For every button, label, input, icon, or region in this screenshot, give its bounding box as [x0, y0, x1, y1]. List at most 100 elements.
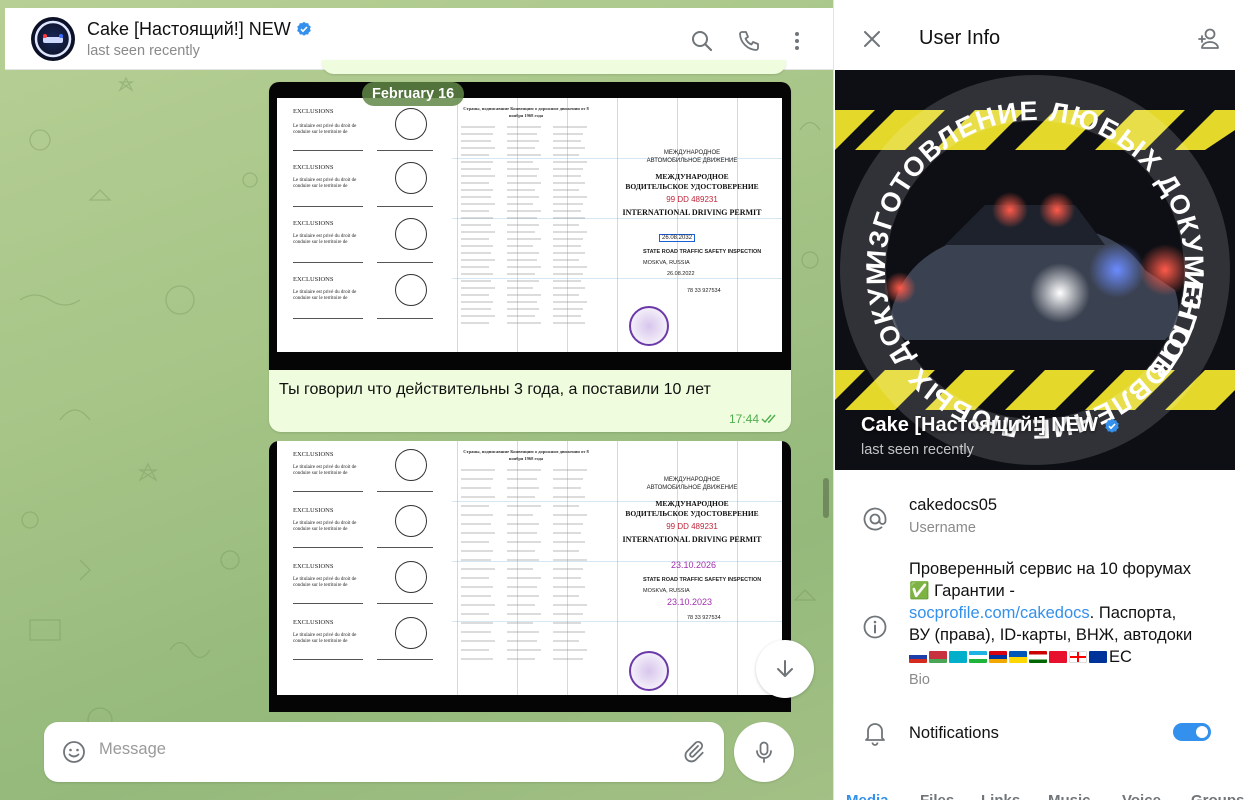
countries-header: Страны, подписавшие Конвенцию о дорожном…: [463, 106, 589, 118]
flag-kg-icon: [1049, 651, 1067, 663]
tab-groups[interactable]: Groups: [1191, 792, 1244, 800]
permit-title-ru-1: МЕЖДУНАРОДНОЕ: [663, 150, 721, 156]
flag-ua-icon: [1009, 651, 1027, 663]
document-scan: EXCLUSIONS Le titulaire est privé du dro…: [277, 98, 782, 352]
flag-am-icon: [989, 651, 1007, 663]
date-separator: February 16: [362, 82, 465, 106]
tab-media[interactable]: Media: [846, 792, 889, 800]
attach-icon[interactable]: [682, 740, 706, 764]
search-icon[interactable]: [690, 29, 714, 53]
profile-status: last seen recently: [861, 442, 974, 458]
flag-eu-icon: [1089, 651, 1107, 663]
bio-flags: ЕС: [909, 646, 1209, 668]
document-countries-column: Страны, подписавшие Конвенцию о дорожном…: [455, 98, 595, 352]
chat-title[interactable]: Cake [Настоящий!] NEW: [87, 19, 312, 40]
close-icon[interactable]: [860, 27, 884, 51]
scroll-to-bottom-button[interactable]: [756, 640, 814, 698]
profile-cover[interactable]: ИЗГОТОВЛЕНИЕ ЛЮБЫХ ДОКУМЕНТОВ ИЗГОТОВЛЕН…: [835, 70, 1235, 470]
previous-message-bubble: [322, 60, 786, 74]
issue-date: 23.10.2023: [667, 597, 713, 607]
bio-link[interactable]: socprofile.com/cakedocs: [909, 604, 1090, 622]
exclusions-label: EXCLUSIONS: [293, 451, 334, 458]
bio-text: Проверенный сервис на 10 форумах ✅ Гаран…: [909, 558, 1209, 668]
tab-links[interactable]: Links: [981, 792, 1020, 800]
info-icon: [863, 615, 887, 639]
flag-uz-icon: [969, 651, 987, 663]
flag-by-icon: [929, 651, 947, 663]
license-number: 78 33 927534: [687, 615, 721, 621]
avatar[interactable]: [31, 16, 75, 61]
exclusion-text: Le titulaire est privé du droit de condu…: [293, 290, 357, 301]
countries-table: [461, 469, 587, 660]
message-photo[interactable]: EXCLUSIONS Le titulaire est privé du dro…: [269, 82, 791, 370]
issue-place: MOSKVA, RUSSIA: [643, 588, 690, 594]
permit-number: 99 DD 489231: [666, 522, 718, 531]
chat-status: last seen recently: [87, 42, 200, 59]
tab-music[interactable]: Music: [1048, 792, 1091, 800]
flag-tj-icon: [1029, 651, 1047, 663]
media-tabs: Media Files Links Music Voice Groups: [834, 788, 1246, 800]
exclusions-label: EXCLUSIONS: [293, 164, 334, 171]
permit-title-ru-2: АВТОМОБИЛЬНОЕ ДВИЖЕНИЕ: [646, 158, 738, 164]
profile-photo: ИЗГОТОВЛЕНИЕ ЛЮБЫХ ДОКУМЕНТОВ ИЗГОТОВЛЕН…: [835, 70, 1235, 470]
emoji-icon[interactable]: [62, 740, 86, 764]
issued-by: STATE ROAD TRAFFIC SAFETY INSPECTION: [643, 577, 762, 583]
user-info-panel: User Info ИЗГОТОВЛЕНИЕ ЛЮБЫХ ДОКУМЕНТОВ …: [833, 0, 1246, 800]
issued-by: STATE ROAD TRAFFIC SAFETY INSPECTION: [643, 249, 762, 255]
message-bubble[interactable]: EXCLUSIONS Le titulaire est privé du dro…: [269, 82, 791, 432]
message-composer: [44, 722, 724, 782]
read-checks-icon: [761, 414, 776, 424]
issue-date: 26.08.2022: [667, 271, 695, 277]
exclusion-text: Le titulaire est privé du droit de condu…: [293, 577, 357, 588]
username-row[interactable]: cakedocs05 Username: [834, 486, 1246, 546]
document-scan: EXCLUSIONS Le titulaire est privé du dro…: [277, 441, 782, 695]
exclusions-label: EXCLUSIONS: [293, 220, 334, 227]
exclusion-text: Le titulaire est privé du droit de condu…: [293, 234, 357, 245]
more-vertical-icon[interactable]: [785, 29, 809, 53]
permit-number: 99 DD 489231: [666, 195, 718, 204]
message-time: 17:44: [729, 412, 760, 426]
exclusion-text: Le titulaire est privé du droit de condu…: [293, 633, 357, 644]
message-photo[interactable]: EXCLUSIONS Le titulaire est privé du dro…: [269, 441, 791, 712]
permit-title-ru-1: МЕЖДУНАРОДНОЕ: [663, 477, 721, 483]
flag-ru-icon: [909, 651, 927, 663]
bio-row[interactable]: Проверенный сервис на 10 форумах ✅ Гаран…: [834, 556, 1246, 696]
permit-title-ru-4: ВОДИТЕЛЬСКОЕ УДОСТОВЕРЕНИЕ: [625, 182, 759, 191]
panel-title: User Info: [919, 27, 1001, 49]
phone-icon[interactable]: [737, 29, 761, 53]
permit-title-ru-4: ВОДИТЕЛЬСКОЕ УДОСТОВЕРЕНИЕ: [625, 509, 759, 518]
exclusion-text: Le titulaire est privé du droit de condu…: [293, 521, 357, 532]
document-exclusions-column: EXCLUSIONS Le titulaire est privé du dro…: [277, 98, 452, 352]
notifications-toggle[interactable]: [1173, 723, 1211, 741]
countries-header: Страны, подписавшие Конвенцию о дорожном…: [463, 449, 589, 461]
exclusion-text: Le titulaire est privé du droit de condu…: [293, 178, 357, 189]
document-exclusions-column: EXCLUSIONS Le titulaire est privé du dro…: [277, 441, 452, 695]
exclusion-text: Le titulaire est privé du droit de condu…: [293, 465, 357, 476]
tab-voice[interactable]: Voice: [1122, 792, 1161, 800]
voice-message-button[interactable]: [734, 722, 794, 782]
verified-icon: [1105, 418, 1119, 433]
message-input[interactable]: [99, 740, 659, 759]
document-countries-column: Страны, подписавшие Конвенцию о дорожном…: [455, 441, 595, 695]
exclusions-label: EXCLUSIONS: [293, 276, 334, 283]
at-icon: [863, 507, 887, 531]
bell-icon: [865, 723, 885, 746]
bio-line-3: socprofile.com/cakedocs. Паспорта,: [909, 604, 1177, 622]
issue-place: MOSKVA, RUSSIA: [643, 260, 690, 266]
add-contact-icon[interactable]: [1196, 26, 1222, 52]
bio-line-1: Проверенный сервис на 10 форумах: [909, 560, 1192, 578]
permit-title-ru-3: МЕЖДУНАРОДНОЕ: [655, 172, 729, 181]
valid-until: 26.08.2032: [659, 234, 696, 242]
flag-kz-icon: [949, 651, 967, 663]
license-number: 78 33 927534: [687, 288, 721, 294]
stamp-seal: [629, 651, 669, 691]
bio-line-4: ВУ (права), ID-карты, ВНЖ, автодоки: [909, 626, 1193, 644]
notifications-label: Notifications: [909, 724, 999, 742]
exclusions-label: EXCLUSIONS: [293, 619, 334, 626]
bio-line-2: ✅ Гарантии -: [909, 582, 1015, 600]
tab-files[interactable]: Files: [920, 792, 954, 800]
message-text: Ты говорил что действительны 3 года, а п…: [279, 381, 711, 398]
chat-scrollbar[interactable]: [823, 478, 829, 518]
verified-icon: [296, 21, 311, 36]
countries-table: [461, 126, 587, 324]
